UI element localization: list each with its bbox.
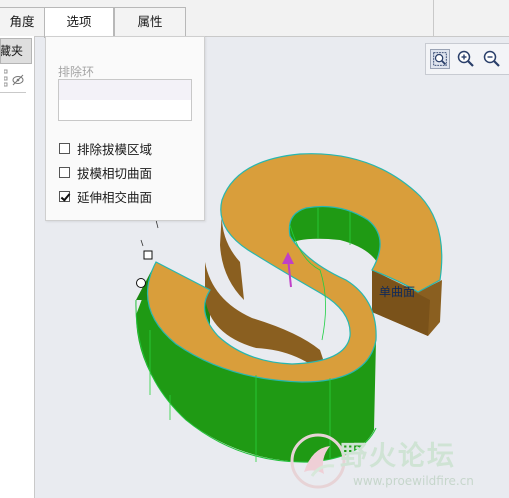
draft-tangent-surfaces-checkbox[interactable]: 拔模相切曲面 — [59, 164, 153, 181]
checkbox-label: 拔模相切曲面 — [77, 165, 153, 181]
checkbox-box[interactable] — [59, 142, 70, 154]
exclude-loops-label: 排除环 — [58, 65, 95, 79]
view-toolbar — [425, 43, 509, 75]
collector-row — [59, 80, 191, 100]
watermark-text: 野火论坛 — [340, 441, 456, 472]
checkbox-box-checked[interactable] — [59, 190, 70, 202]
checkbox-label: 延伸相交曲面 — [77, 189, 153, 205]
checkbox-label: 排除拔模区域 — [77, 141, 153, 157]
zoom-in-icon[interactable] — [456, 49, 476, 69]
surface-callout-label[interactable]: 单曲面 — [379, 283, 415, 300]
drag-handle-circle — [136, 278, 146, 288]
extend-intersect-surfaces-checkbox[interactable]: 延伸相交曲面 — [59, 188, 153, 205]
drag-handle-square — [143, 250, 153, 260]
checkbox-box[interactable] — [59, 166, 70, 178]
options-panel: 排除环 排除拔模区域 拔模相切曲面 延伸相交曲面 — [45, 36, 205, 221]
exclude-loops-collector[interactable] — [58, 79, 192, 121]
zoom-out-icon[interactable] — [482, 49, 502, 69]
watermark-url: www.proewildfire.cn — [353, 474, 474, 488]
exclude-draft-area-checkbox[interactable]: 排除拔模区域 — [59, 140, 153, 157]
zoom-window-icon[interactable] — [430, 49, 450, 69]
tab-options[interactable]: 选项 — [44, 7, 114, 38]
